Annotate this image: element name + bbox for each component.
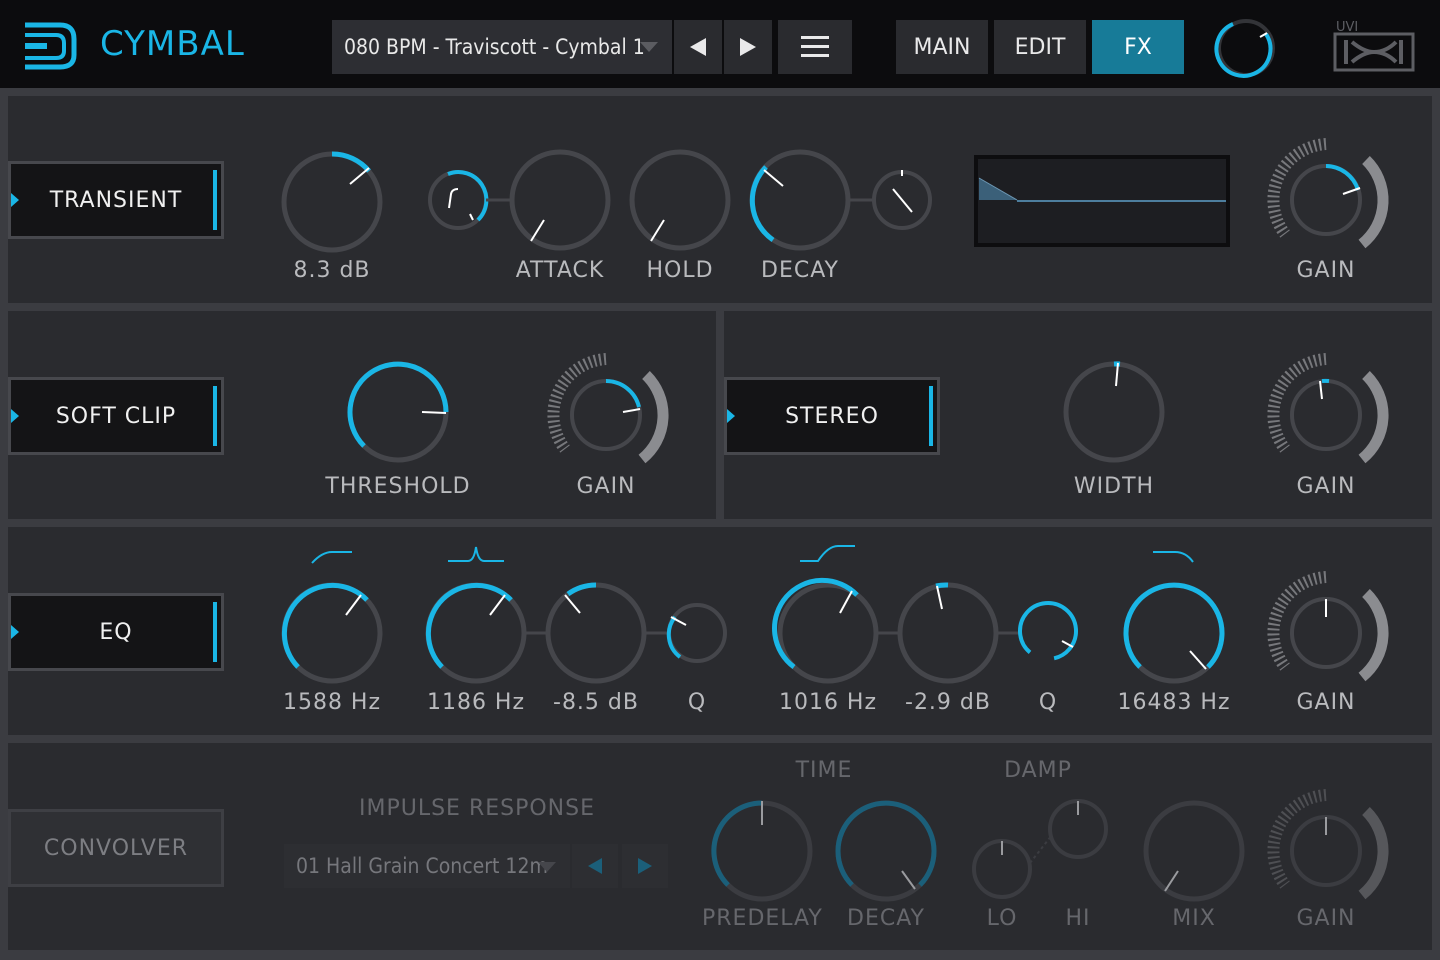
decay-curve-knob[interactable] bbox=[872, 170, 932, 230]
highpass-filter-icon[interactable] bbox=[311, 551, 352, 564]
lowshelf-filter-icon[interactable] bbox=[800, 545, 855, 562]
menu-button[interactable] bbox=[778, 20, 852, 74]
cymbal-logo-icon bbox=[25, 22, 77, 70]
attack-curve-knob[interactable] bbox=[428, 170, 489, 230]
eq-band2-freq-knob[interactable] bbox=[425, 582, 527, 684]
threshold-label: THRESHOLD bbox=[325, 474, 471, 499]
eq-band2-q-knob[interactable] bbox=[666, 603, 727, 663]
hold-label: HOLD bbox=[646, 258, 714, 283]
eq-band1-freq-value: 1588 Hz bbox=[282, 690, 382, 715]
eq-gain-knob[interactable] bbox=[1267, 571, 1389, 682]
transient-amount-value: 8.3 dB bbox=[293, 258, 371, 283]
convolver-gain-knob[interactable] bbox=[1267, 789, 1389, 900]
convolver-gain-label: GAIN bbox=[1296, 906, 1356, 931]
predelay-label: PREDELAY bbox=[702, 906, 823, 931]
divider bbox=[0, 88, 1440, 96]
menu-icon bbox=[801, 36, 829, 57]
transient-gain-knob[interactable] bbox=[1267, 138, 1389, 249]
eq-gain-label: GAIN bbox=[1296, 690, 1356, 715]
master-volume-knob-icon[interactable] bbox=[1214, 18, 1276, 78]
threshold-knob[interactable] bbox=[347, 361, 449, 463]
peak-filter-icon[interactable] bbox=[448, 546, 504, 562]
damp-lo-knob[interactable] bbox=[972, 839, 1032, 899]
eq-band2-q-label: Q bbox=[687, 690, 707, 715]
eq-band3-q-knob[interactable] bbox=[1009, 592, 1088, 671]
eq-band3-gain-value: -2.9 dB bbox=[905, 690, 991, 715]
width-label: WIDTH bbox=[1073, 474, 1155, 499]
damp-hi-knob[interactable] bbox=[1048, 799, 1108, 859]
eq-band1-freq-knob[interactable] bbox=[281, 582, 383, 684]
uvi-logo-icon: UVI bbox=[1333, 20, 1415, 72]
tab-fx[interactable]: FX bbox=[1092, 20, 1184, 74]
app-title: CYMBAL bbox=[100, 24, 245, 64]
stereo-gain-knob[interactable] bbox=[1267, 353, 1389, 464]
next-arrow-icon bbox=[740, 38, 756, 56]
prev-preset-button[interactable] bbox=[674, 20, 722, 74]
predelay-knob[interactable] bbox=[711, 800, 813, 902]
mix-knob[interactable] bbox=[1143, 800, 1245, 902]
softclip-gain-label: GAIN bbox=[576, 474, 636, 499]
softclip-gain-knob[interactable] bbox=[547, 353, 669, 464]
decay-knob[interactable] bbox=[749, 149, 851, 251]
eq-band4-freq-knob[interactable] bbox=[1123, 582, 1225, 684]
eq-band2-gain-knob[interactable] bbox=[545, 582, 647, 684]
attack-knob[interactable] bbox=[509, 149, 611, 251]
damp-hi-label: HI bbox=[1065, 906, 1091, 931]
divider bbox=[716, 303, 724, 523]
eq-band2-freq-value: 1186 Hz bbox=[426, 690, 526, 715]
eq-band4-freq-value: 16483 Hz bbox=[1117, 690, 1231, 715]
prev-arrow-icon bbox=[690, 38, 706, 56]
divider bbox=[0, 950, 1440, 960]
decay-label: DECAY bbox=[761, 258, 839, 283]
hold-knob[interactable] bbox=[629, 149, 731, 251]
eq-band2-gain-value: -8.5 dB bbox=[553, 690, 639, 715]
divider bbox=[0, 519, 1440, 527]
attack-label: ATTACK bbox=[515, 258, 605, 283]
mix-label: MIX bbox=[1172, 906, 1216, 931]
transient-amount-knob[interactable] bbox=[281, 151, 383, 253]
eq-band3-q-label: Q bbox=[1038, 690, 1058, 715]
preset-name: 080 BPM - Traviscott - Cymbal 1 bbox=[344, 35, 645, 59]
eq-band3-freq-knob[interactable] bbox=[772, 577, 879, 684]
tab-main[interactable]: MAIN bbox=[896, 20, 988, 74]
eq-band3-freq-value: 1016 Hz bbox=[778, 690, 878, 715]
transient-gain-label: GAIN bbox=[1296, 258, 1356, 283]
damp-lo-label: LO bbox=[986, 906, 1018, 931]
tab-edit[interactable]: EDIT bbox=[994, 20, 1086, 74]
eq-band3-gain-knob[interactable] bbox=[897, 582, 999, 684]
dropdown-caret-icon bbox=[640, 42, 658, 52]
stereo-gain-label: GAIN bbox=[1296, 474, 1356, 499]
top-bar: CYMBAL 080 BPM - Traviscott - Cymbal 1 M… bbox=[0, 0, 1440, 90]
next-preset-button[interactable] bbox=[724, 20, 772, 74]
preset-selector[interactable]: 080 BPM - Traviscott - Cymbal 1 bbox=[332, 20, 672, 74]
width-knob[interactable] bbox=[1063, 361, 1165, 463]
convolver-decay-knob[interactable] bbox=[835, 800, 937, 902]
divider bbox=[0, 735, 1440, 743]
transient-envelope-display bbox=[974, 155, 1230, 247]
lowpass-filter-icon[interactable] bbox=[1153, 551, 1194, 563]
convolver-decay-label: DECAY bbox=[847, 906, 925, 931]
